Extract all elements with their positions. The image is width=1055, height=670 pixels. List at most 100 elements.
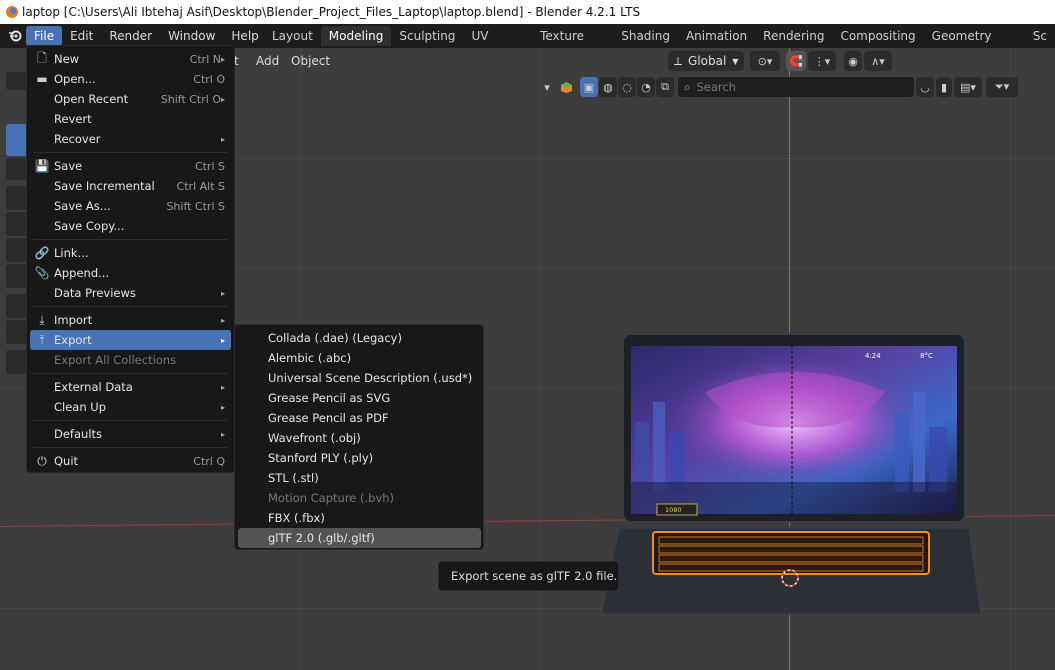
append-icon: 📎 xyxy=(34,266,50,280)
menu-window[interactable]: Window xyxy=(160,26,223,46)
search-field[interactable]: ⌕ xyxy=(678,77,914,97)
export-stanford-ply[interactable]: Stanford PLY (.ply) xyxy=(238,448,481,468)
file-menu-export[interactable]: ⤒ Export ▸ xyxy=(30,330,231,350)
pivot-point-dropdown[interactable]: ⊙▾ xyxy=(750,51,780,71)
tab-rendering[interactable]: Rendering xyxy=(755,26,832,46)
file-menu-open-label: Open... xyxy=(54,72,96,86)
shading-material-icon[interactable]: ◍ xyxy=(599,77,617,97)
collapse-chevron-icon[interactable]: ▾ xyxy=(540,77,554,97)
export-motion-capture-bvh[interactable]: Motion Capture (.bvh) xyxy=(238,488,481,508)
snap-toggle-icon[interactable]: 🧲 xyxy=(786,51,806,71)
export-grease-pencil-svg[interactable]: Grease Pencil as SVG xyxy=(238,388,481,408)
viewport-menu-add[interactable]: Add xyxy=(250,51,285,71)
submenu-arrow-icon: ▸ xyxy=(220,54,225,64)
blender-logo-icon[interactable] xyxy=(4,24,26,48)
shading-solid-icon[interactable]: ▣ xyxy=(580,77,598,97)
export-grease-pencil-pdf[interactable]: Grease Pencil as PDF xyxy=(238,408,481,428)
file-menu-defaults[interactable]: Defaults ▸ xyxy=(30,424,231,444)
menu-separator xyxy=(33,306,228,307)
file-menu-recover[interactable]: Recover ▸ xyxy=(30,129,231,149)
export-icon: ⤒ xyxy=(39,332,45,347)
file-menu-save-incremental[interactable]: Save Incremental Ctrl Alt S xyxy=(30,176,231,196)
overlay-toggle-icon[interactable]: ◡ xyxy=(916,77,934,97)
file-menu-clean-up[interactable]: Clean Up ▸ xyxy=(30,397,231,417)
file-menu-link[interactable]: 🔗 Link... xyxy=(30,243,231,263)
tooltip: Export scene as glTF 2.0 file. xyxy=(438,561,619,591)
menu-render[interactable]: Render xyxy=(101,26,160,46)
shading-wireframe-icon[interactable]: ◌ xyxy=(618,77,636,97)
shading-rendered-icon[interactable]: ◔ xyxy=(637,77,655,97)
file-menu-append-label: Append... xyxy=(54,266,110,280)
export-gltf[interactable]: glTF 2.0 (.glb/.gltf) xyxy=(238,528,481,548)
search-icon: ⌕ xyxy=(684,79,691,94)
file-menu-export-label: Export xyxy=(54,333,92,347)
folder-icon: ▬ xyxy=(36,72,48,86)
tab-compositing[interactable]: Compositing xyxy=(832,26,923,46)
shortcut-label: Shift Ctrl S xyxy=(166,199,225,213)
transform-orientation-dropdown[interactable]: ⟂ Global ▼ xyxy=(668,51,744,71)
export-wavefront-obj[interactable]: Wavefront (.obj) xyxy=(238,428,481,448)
orientation-icon: ⟂ xyxy=(674,53,683,68)
submenu-arrow-icon: ▸ xyxy=(220,94,225,104)
export-submenu: Collada (.dae) (Legacy) Alembic (.abc) U… xyxy=(234,324,484,550)
tab-sculpting[interactable]: Sculpting xyxy=(391,26,463,46)
menu-edit[interactable]: Edit xyxy=(62,26,101,46)
file-menu-export-all-collections[interactable]: Export All Collections xyxy=(30,350,231,370)
file-menu-quit[interactable]: ⏻ Quit Ctrl Q xyxy=(30,451,231,471)
filter-dropdown[interactable]: ⏷▾ xyxy=(986,77,1018,97)
laptop-model[interactable]: 4:24 8°C 1080 xyxy=(595,332,985,622)
search-input[interactable] xyxy=(696,80,897,94)
file-menu-save-copy-label: Save Copy... xyxy=(54,219,125,233)
tab-uv-editing[interactable]: UV Editing xyxy=(463,26,532,63)
xray-toggle-icon[interactable]: ⧉ xyxy=(656,77,674,97)
tab-animation[interactable]: Animation xyxy=(678,26,755,46)
file-menu-save[interactable]: 💾 Save Ctrl S xyxy=(30,156,231,176)
tab-geometry-nodes[interactable]: Geometry Nodes xyxy=(924,26,1025,63)
workspace-tabs: Layout Modeling Sculpting UV Editing Tex… xyxy=(264,24,1055,63)
export-collada[interactable]: Collada (.dae) (Legacy) xyxy=(238,328,481,348)
proportional-falloff-dropdown[interactable]: ∧▾ xyxy=(864,51,892,71)
import-icon: ⤓ xyxy=(39,312,45,327)
file-menu-new[interactable]: 🗋 New Ctrl N ▸ xyxy=(30,49,231,69)
shortcut-label: Ctrl S xyxy=(194,159,225,173)
link-icon: 🔗 xyxy=(34,246,50,260)
snap-target-dropdown[interactable]: ⋮▾ xyxy=(808,51,836,71)
shortcut-label: Ctrl Alt S xyxy=(176,179,225,193)
file-menu-save-as[interactable]: Save As... Shift Ctrl S xyxy=(30,196,231,216)
file-menu-open[interactable]: ▬ Open... Ctrl O xyxy=(30,69,231,89)
viewport-menu-object[interactable]: Object xyxy=(285,51,336,71)
menu-separator xyxy=(33,152,228,153)
object-type-visibility-icon[interactable] xyxy=(558,77,574,97)
tab-modeling[interactable]: Modeling xyxy=(320,26,392,46)
file-menu-export-all-collections-label: Export All Collections xyxy=(54,353,177,367)
export-alembic[interactable]: Alembic (.abc) xyxy=(238,348,481,368)
menu-file[interactable]: File xyxy=(26,26,63,46)
tab-texture-paint[interactable]: Texture Paint xyxy=(532,26,613,63)
export-fbx[interactable]: FBX (.fbx) xyxy=(238,508,481,528)
proportional-edit-icon[interactable]: ◉ xyxy=(844,51,862,71)
menu-help[interactable]: Help xyxy=(223,26,266,46)
viewport-header-secondary: ▾ ▣ ◍ ◌ ◔ ⧉ ⌕ ◡ ▮ ▤▾ ⏷▾ xyxy=(540,76,1030,98)
file-menu: 🗋 New Ctrl N ▸ ▬ Open... Ctrl O Open Rec… xyxy=(26,45,235,473)
export-usd[interactable]: Universal Scene Description (.usd*) xyxy=(238,368,481,388)
tab-layout[interactable]: Layout xyxy=(264,26,321,46)
bookmark-icon[interactable]: ▮ xyxy=(936,77,952,97)
file-menu-external-data[interactable]: External Data ▸ xyxy=(30,377,231,397)
file-menu-save-copy[interactable]: Save Copy... xyxy=(30,216,231,236)
file-menu-data-previews-label: Data Previews xyxy=(54,286,136,300)
export-stl[interactable]: STL (.stl) xyxy=(238,468,481,488)
file-menu-append[interactable]: 📎 Append... xyxy=(30,263,231,283)
file-menu-data-previews[interactable]: Data Previews ▸ xyxy=(30,283,231,303)
shortcut-label: Ctrl Q xyxy=(193,454,225,468)
file-menu-open-recent[interactable]: Open Recent Shift Ctrl O ▸ xyxy=(30,89,231,109)
file-menu-import[interactable]: ⤓ Import ▸ xyxy=(30,310,231,330)
view-layout-dropdown[interactable]: ▤▾ xyxy=(954,77,982,97)
file-menu-revert[interactable]: Revert xyxy=(30,109,231,129)
tab-scripting[interactable]: Sc xyxy=(1025,26,1055,46)
tab-shading[interactable]: Shading xyxy=(613,26,678,46)
file-menu-save-as-label: Save As... xyxy=(54,199,111,213)
submenu-arrow-icon: ▸ xyxy=(220,335,225,345)
file-menu-link-label: Link... xyxy=(54,246,89,260)
window-titlebar: laptop [C:\Users\Ali Ibtehaj Asif\Deskto… xyxy=(0,0,1055,24)
shortcut-label: Ctrl O xyxy=(193,72,225,86)
